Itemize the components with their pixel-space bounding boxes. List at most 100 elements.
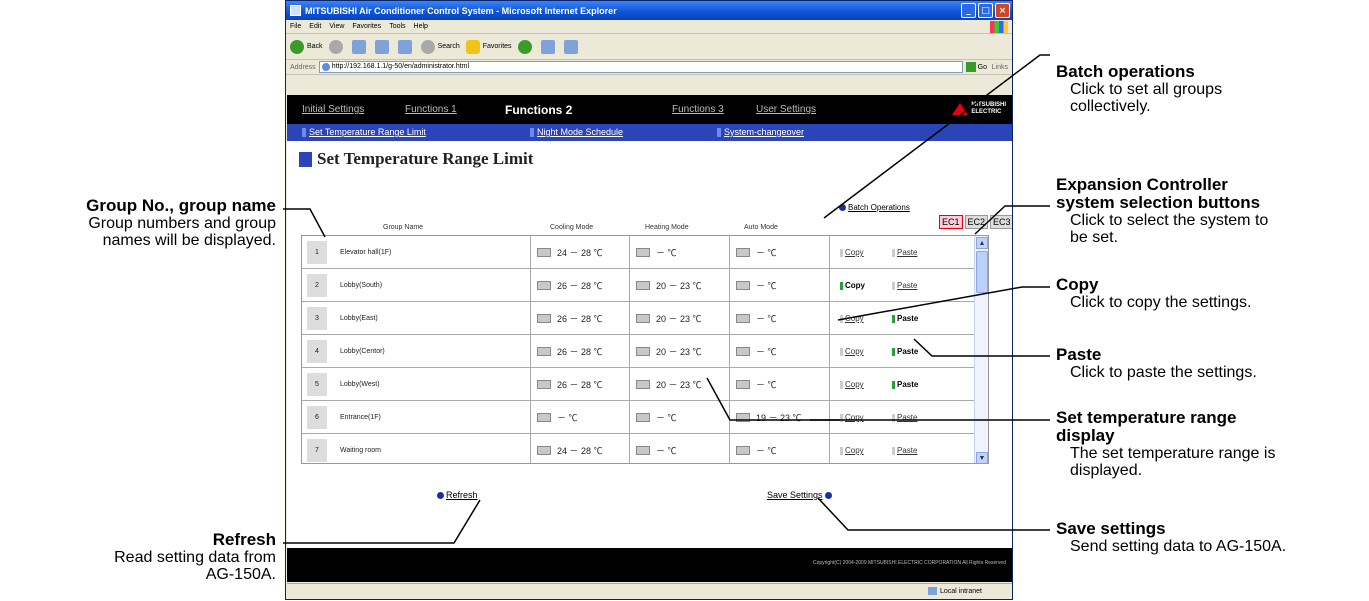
subtab-system-changeover[interactable]: System-changeover <box>717 127 804 137</box>
paste-button[interactable]: Paste <box>892 347 918 356</box>
annotation-paste-title: Paste <box>1056 345 1102 364</box>
edit-range-icon[interactable] <box>537 413 551 422</box>
paste-button[interactable]: Paste <box>892 281 917 290</box>
paste-button[interactable]: Paste <box>892 446 917 455</box>
annotation-save-desc: Send setting data to AG-150A. <box>1070 538 1287 555</box>
menu-help[interactable]: Help <box>414 23 428 30</box>
minimize-button[interactable]: _ <box>961 3 976 18</box>
menu-favorites[interactable]: Favorites <box>352 23 381 30</box>
edit-range-icon[interactable] <box>736 380 750 389</box>
close-button[interactable]: × <box>995 3 1010 18</box>
edit-range-icon[interactable] <box>736 281 750 290</box>
edit-range-icon[interactable] <box>537 281 551 290</box>
tab-functions-1[interactable]: Functions 1 <box>405 104 457 115</box>
annotation-batch-desc-1: Click to set all groups <box>1070 81 1223 98</box>
edit-range-icon[interactable] <box>636 281 650 290</box>
copy-button[interactable]: Copy <box>840 248 864 257</box>
favorites-button[interactable]: Favorites <box>465 39 512 54</box>
three-diamonds-icon <box>952 103 969 115</box>
menu-view[interactable]: View <box>329 23 344 30</box>
paste-button[interactable]: Paste <box>892 248 917 257</box>
heating-range: 20 － 23 ℃ <box>656 281 702 291</box>
copy-button[interactable]: Copy <box>840 380 864 389</box>
tab-user-settings[interactable]: User Settings <box>756 104 816 115</box>
edit-range-icon[interactable] <box>736 347 750 356</box>
menu-file[interactable]: File <box>290 23 301 30</box>
edit-range-icon[interactable] <box>636 248 650 257</box>
scroll-up-icon[interactable]: ▲ <box>976 237 988 249</box>
heating-range-cell: － ℃ <box>629 401 729 434</box>
edit-range-icon[interactable] <box>636 347 650 356</box>
annotation-batch: Batch operations Click to set all groups… <box>1056 63 1223 116</box>
edit-range-icon[interactable] <box>537 347 551 356</box>
tab-functions-3[interactable]: Functions 3 <box>672 104 724 115</box>
edit-range-icon[interactable] <box>736 413 750 422</box>
go-button[interactable]: Go <box>965 62 988 72</box>
save-settings-link[interactable]: Save Settings <box>767 490 832 500</box>
paste-button[interactable]: Paste <box>892 380 918 389</box>
copy-button[interactable]: Copy <box>840 347 864 356</box>
edit-range-icon[interactable] <box>636 380 650 389</box>
cooling-range-cell: 24 － 28 ℃ <box>530 236 630 269</box>
refresh-page-button[interactable] <box>374 39 392 54</box>
scroll-down-icon[interactable]: ▼ <box>976 452 988 463</box>
copy-label: Copy <box>845 248 864 257</box>
edit-range-icon[interactable] <box>736 248 750 257</box>
tab-functions-2[interactable]: Functions 2 <box>505 103 572 117</box>
edit-range-icon[interactable] <box>736 314 750 323</box>
copy-button[interactable]: Copy <box>840 314 864 323</box>
edit-range-icon[interactable] <box>636 314 650 323</box>
auto-range-cell: － ℃ <box>729 434 829 463</box>
edit-range-icon[interactable] <box>636 413 650 422</box>
back-button[interactable]: Back <box>290 39 323 54</box>
annotation-ec-desc-2: be set. <box>1070 229 1119 246</box>
cooling-range-cell: 26 － 28 ℃ <box>530 302 630 335</box>
home-button[interactable] <box>397 39 415 54</box>
subtab-night-mode-schedule[interactable]: Night Mode Schedule <box>530 127 623 137</box>
edit-range-icon[interactable] <box>537 446 551 455</box>
edit-range-icon[interactable] <box>636 446 650 455</box>
annotation-copy-desc: Click to copy the settings. <box>1070 294 1252 311</box>
menu-edit[interactable]: Edit <box>309 23 321 30</box>
edit-range-icon[interactable] <box>736 446 750 455</box>
col-cooling-mode: Cooling Mode <box>550 224 594 231</box>
history-button[interactable] <box>517 39 535 54</box>
table-scrollbar[interactable]: ▲ ▼ <box>974 236 988 463</box>
auto-range: － ℃ <box>756 248 777 258</box>
links-button[interactable]: Links <box>992 64 1008 71</box>
search-button[interactable]: Search <box>420 39 460 54</box>
mail-button[interactable] <box>540 39 558 54</box>
edit-range-icon[interactable] <box>537 248 551 257</box>
paste-marker-icon <box>892 380 895 389</box>
auto-range-cell: 19 － 23 ℃ <box>729 401 829 434</box>
subtab-set-temperature-range-limit[interactable]: Set Temperature Range Limit <box>302 127 426 137</box>
ie-icon <box>290 5 301 16</box>
annotation-refresh-desc-1: Read setting data from <box>114 549 276 566</box>
group-name: Elevator hall(1F) <box>340 249 392 256</box>
auto-range-cell: － ℃ <box>729 302 829 335</box>
print-button[interactable] <box>563 39 581 54</box>
cooling-range: 26 － 28 ℃ <box>557 314 603 324</box>
copy-marker-icon <box>840 248 843 257</box>
stop-button[interactable] <box>351 39 369 54</box>
copy-button[interactable]: Copy <box>840 446 864 455</box>
maximize-button[interactable]: □ <box>978 3 993 18</box>
batch-operations-link[interactable]: Batch Operations <box>839 203 910 212</box>
annotation-copy-title: Copy <box>1056 275 1099 294</box>
refresh-link[interactable]: Refresh <box>437 490 478 500</box>
annotation-copy: Copy Click to copy the settings. <box>1056 275 1252 312</box>
edit-range-icon[interactable] <box>537 314 551 323</box>
forward-button[interactable] <box>328 39 346 54</box>
copy-button[interactable]: Copy <box>840 413 864 422</box>
menu-tools[interactable]: Tools <box>389 23 405 30</box>
paste-button[interactable]: Paste <box>892 413 917 422</box>
address-input[interactable]: http://192.168.1.1/g-50/en/administrator… <box>318 61 963 73</box>
edit-range-icon[interactable] <box>537 380 551 389</box>
paste-marker-icon <box>892 347 895 356</box>
tab-initial-settings[interactable]: Initial Settings <box>302 104 364 115</box>
browser-toolbar: Back Search Favorites <box>286 34 1012 60</box>
copy-button[interactable]: Copy <box>840 281 865 290</box>
search-icon <box>420 39 435 54</box>
paste-button[interactable]: Paste <box>892 314 918 323</box>
scroll-thumb[interactable] <box>976 251 988 293</box>
